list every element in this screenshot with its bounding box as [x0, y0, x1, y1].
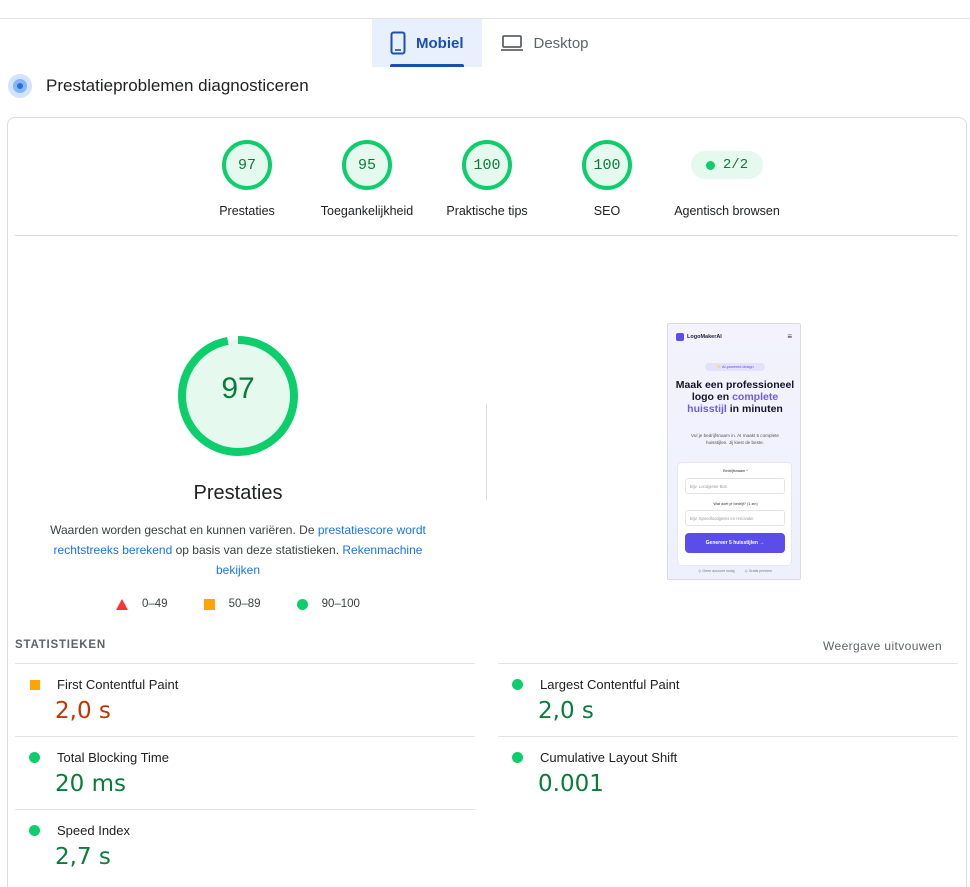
gauge-label: SEO	[593, 204, 621, 218]
screenshot-heading: Maak een professioneel logo en complete …	[674, 379, 796, 415]
gauge-accessibility[interactable]: 95 Toegankelijkheid	[307, 140, 427, 218]
footer-note: ◎ Geen account nodig	[698, 569, 735, 573]
screenshot-logo: LogoMakerAI	[676, 332, 722, 341]
device-tabs: Mobiel Desktop	[372, 19, 607, 67]
laptop-icon	[500, 34, 524, 52]
average-square-icon	[30, 679, 40, 690]
gauge-label: Praktische tips	[446, 204, 528, 218]
gauges-divider	[15, 235, 958, 236]
gauge-score: 100	[582, 140, 632, 190]
legend-label: 50–89	[228, 598, 261, 610]
row-divider	[498, 736, 958, 737]
gauge-score: 95	[342, 140, 392, 190]
performance-title: Prestaties	[193, 482, 283, 504]
row-divider	[15, 809, 475, 810]
good-circle-icon	[512, 679, 523, 690]
metric-name: Total Blocking Time	[57, 750, 169, 765]
circle-icon	[296, 598, 308, 610]
triangle-icon	[116, 598, 128, 610]
expand-view-button[interactable]: Weergave uitvouwen	[823, 639, 942, 653]
good-circle-icon	[29, 752, 40, 763]
tab-mobile-label: Mobiel	[416, 34, 464, 52]
screenshot-generate-button: Genereer 5 huisstijlen →	[685, 533, 785, 553]
tab-desktop[interactable]: Desktop	[482, 19, 607, 67]
diagnose-icon	[8, 74, 32, 98]
metric-speed-index: Speed Index 2,7 s	[15, 823, 435, 870]
screenshot-badge: ✨ AI-powered design	[705, 363, 765, 371]
legend-label: 0–49	[142, 598, 168, 610]
metric-name: Cumulative Layout Shift	[540, 750, 678, 765]
vertical-divider	[486, 404, 487, 500]
square-icon	[203, 598, 215, 610]
screenshot-form: Bedrijfsnaam * Bijv. Loodgieter Bos Wat …	[677, 462, 792, 566]
metric-tbt: Total Blocking Time 20 ms	[15, 750, 435, 797]
metric-name: First Contentful Paint	[57, 677, 179, 692]
performance-description: Waarden worden geschat en kunnen variëre…	[48, 520, 428, 580]
legend-poor: 0–49	[116, 598, 168, 610]
gauge-label: Prestaties	[219, 204, 275, 218]
metric-lcp: Largest Contentful Paint 2,0 s	[498, 677, 918, 724]
page-screenshot: LogoMakerAI ≡ ✨ AI-powered design Maak e…	[667, 323, 801, 580]
legend-label: 90–100	[321, 598, 360, 610]
brand-logo-icon	[676, 332, 684, 341]
gauge-agentic-browsing[interactable]: 2/2 Agentisch browsen	[667, 140, 787, 218]
metric-name: Speed Index	[57, 823, 131, 838]
metric-value: 2,0 s	[538, 698, 594, 724]
pass-dot-icon	[705, 160, 715, 170]
tab-mobile[interactable]: Mobiel	[372, 19, 482, 67]
gauge-label: Toegankelijkheid	[320, 204, 414, 218]
diagnose-header: Prestatieproblemen diagnosticeren	[8, 74, 309, 98]
gauge-label: Agentisch browsen	[674, 204, 780, 218]
statistics-header: STATISTIEKEN	[15, 639, 106, 651]
legend-good: 90–100	[296, 598, 360, 610]
field2-label: Wat doet je bedrijf? (1 zin)	[713, 502, 758, 506]
metric-name: Largest Contentful Paint	[540, 677, 680, 692]
footer-note: ◎ Gratis preview	[744, 569, 772, 573]
agentic-pill: 2/2	[691, 151, 763, 179]
score-legend: 0–49 50–89 90–100	[116, 598, 396, 610]
desc-text: op basis van deze statistieken.	[172, 543, 343, 557]
row-divider	[15, 736, 475, 737]
gauge-score: 100	[462, 140, 512, 190]
metric-value: 2,0 s	[55, 698, 111, 724]
performance-score: 97	[221, 372, 255, 405]
heading-part: in minuten	[726, 403, 783, 415]
category-gauges: 97 Prestaties 95 Toegankelijkheid 100 Pr…	[0, 140, 970, 230]
hamburger-menu-icon: ≡	[787, 332, 792, 341]
screenshot-subtext: Vul je bedrijfsnaam in. AI maakt 5 compl…	[691, 433, 779, 445]
metric-cls: Cumulative Layout Shift 0.001	[498, 750, 918, 797]
good-circle-icon	[29, 825, 40, 836]
desc-text: Waarden worden geschat en kunnen variëre…	[50, 523, 318, 537]
gauge-score: 97	[222, 140, 272, 190]
screenshot-nav: LogoMakerAI ≡	[676, 332, 792, 341]
gauge-performance[interactable]: 97 Prestaties	[187, 140, 307, 218]
metric-value: 2,7 s	[55, 844, 111, 870]
field2-input: Bijv. Spoedloodgieter en renovatie	[685, 510, 785, 526]
metric-value: 20 ms	[55, 771, 126, 797]
gauge-seo[interactable]: 100 SEO	[547, 140, 667, 218]
row-divider	[498, 663, 958, 664]
field1-label: Bedrijfsnaam *	[723, 469, 748, 473]
agentic-score: 2/2	[722, 157, 749, 173]
legend-average: 50–89	[203, 598, 261, 610]
screenshot-footer: ◎ Geen account nodig ◎ Gratis preview	[668, 569, 800, 573]
tab-desktop-label: Desktop	[533, 34, 589, 52]
metric-value: 0.001	[538, 771, 604, 797]
screenshot-brand: LogoMakerAI	[687, 333, 722, 340]
gauge-best-practices[interactable]: 100 Praktische tips	[427, 140, 547, 218]
good-circle-icon	[512, 752, 523, 763]
diagnose-title: Prestatieproblemen diagnosticeren	[46, 76, 309, 95]
field1-input: Bijv. Loodgieter Bos	[685, 478, 785, 494]
row-divider	[15, 663, 475, 664]
phone-icon	[390, 31, 406, 55]
metric-fcp: First Contentful Paint 2,0 s	[15, 677, 435, 724]
